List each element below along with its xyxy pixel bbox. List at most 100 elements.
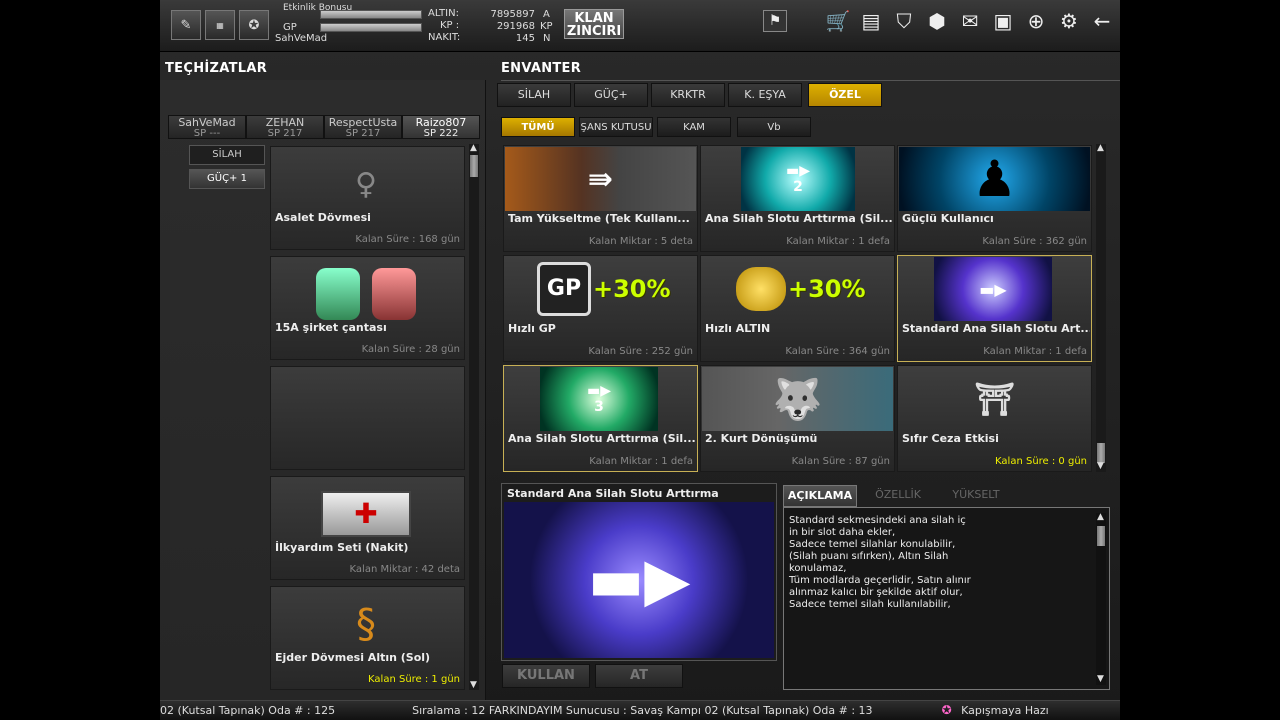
ribbon-icon[interactable]: ⚑ xyxy=(763,10,787,32)
equipment-scroll-thumb[interactable] xyxy=(470,155,478,177)
inventory-item-card[interactable]: 🐺 2. Kurt Dönüşümü Kalan Süre : 87 gün xyxy=(700,365,895,472)
tab-properties[interactable]: ÖZELLİK xyxy=(861,485,935,507)
item-name: İlkyardım Seti (Nakit) xyxy=(275,541,409,554)
player-sp: SP 217 xyxy=(345,128,381,139)
item-name: 15A şirket çantası xyxy=(275,321,387,334)
player-name: ZEHAN xyxy=(265,116,305,129)
standard-weapon-slot-icon: ▬▶ xyxy=(934,257,1052,321)
inventory-item-card[interactable]: ♟ Güçlü Kullanıcı Kalan Süre : 362 gün xyxy=(897,145,1092,252)
tab-character[interactable]: KRKTR xyxy=(651,83,725,107)
tab-description[interactable]: AÇIKLAMA xyxy=(783,485,857,507)
inventory-item-card[interactable]: GP +30% Hızlı GP Kalan Süre : 252 gün xyxy=(503,255,698,362)
gold-boost-icon: +30% xyxy=(702,257,893,321)
nakit-unit: N xyxy=(543,33,551,44)
gear-icon[interactable]: ⚙ xyxy=(1056,8,1082,34)
altin-label: ALTIN: xyxy=(428,8,459,19)
ticker-text: Sıralama : 12 FARKINDAYIM Sunucusu : Sav… xyxy=(412,704,873,717)
item-remaining: Kalan Süre : 168 gün xyxy=(355,234,460,245)
equipment-scrollbar[interactable] xyxy=(469,144,479,690)
category-power-button[interactable]: GÜÇ+ 1 xyxy=(189,169,265,189)
description-line: in bir slot daha ekler, xyxy=(789,527,896,538)
profile-card-icon[interactable]: ▣ xyxy=(990,8,1016,34)
tab-power[interactable]: GÜÇ+ xyxy=(574,83,648,107)
player-tab-sahvemad[interactable]: SahVeMad SP --- xyxy=(168,115,246,139)
tattoo-figure-icon: ♀ xyxy=(355,166,377,202)
tab-weapon[interactable]: SİLAH xyxy=(497,83,571,107)
inventory-item-card[interactable]: ▬▶ 3 Ana Silah Slotu Arttırma (Sil... Kal… xyxy=(503,365,698,472)
inventory-bag-icon[interactable]: ▤ xyxy=(858,8,884,34)
item-remaining: Kalan Miktar : 5 deta xyxy=(588,236,693,247)
equip-item-card[interactable]: § Ejder Dövmesi Altın (Sol) Kalan Süre :… xyxy=(270,586,465,690)
drop-button[interactable]: AT xyxy=(595,664,683,688)
player-name: RespectUsta xyxy=(328,116,398,129)
back-arrow-icon[interactable]: ← xyxy=(1089,8,1115,34)
item-name: Hızlı ALTIN xyxy=(705,322,771,335)
player-tab-raizo807[interactable]: Raizo807 SP 222 xyxy=(402,115,480,139)
tab-special[interactable]: ÖZEL xyxy=(808,83,882,107)
rifle-energy-icon: ▬▶ xyxy=(504,502,774,658)
item-remaining: Kalan Miktar : 1 defa xyxy=(589,456,693,467)
tab-items[interactable]: K. EŞYA xyxy=(728,83,802,107)
box-icon[interactable]: ⬢ xyxy=(924,8,950,34)
item-name: 2. Kurt Dönüşümü xyxy=(705,432,818,445)
scroll-down-icon[interactable]: ▼ xyxy=(470,680,477,690)
scroll-up-icon[interactable]: ▲ xyxy=(470,143,477,153)
equip-item-card[interactable]: ✚ İlkyardım Seti (Nakit) Kalan Miktar : … xyxy=(270,476,465,580)
ticker-text: 02 (Kutsal Tapınak) Oda # : 125 xyxy=(160,704,336,717)
backpack-icon xyxy=(311,263,421,325)
scroll-down-icon[interactable]: ▼ xyxy=(1097,674,1104,684)
scroll-up-icon[interactable]: ▲ xyxy=(1097,143,1104,153)
inventory-item-card[interactable]: ⛩ Sıfır Ceza Etkisi Kalan Süre : 0 gün xyxy=(897,365,1092,472)
weapon-slot-2-icon: ▬▶ 2 xyxy=(741,147,855,211)
mail-icon[interactable]: ✉ xyxy=(957,8,983,34)
subtab-other[interactable]: Vb xyxy=(737,117,811,137)
item-remaining: Kalan Süre : 87 gün xyxy=(791,456,890,467)
equip-item-card[interactable]: 15A şirket çantası Kalan Süre : 28 gün xyxy=(270,256,465,360)
first-aid-kit-icon: ✚ xyxy=(311,483,421,545)
item-name: Ejder Dövmesi Altın (Sol) xyxy=(275,651,431,664)
inventory-item-card[interactable]: +30% Hızlı ALTIN Kalan Süre : 364 gün xyxy=(700,255,895,362)
player-tab-respectusta[interactable]: RespectUsta SP 217 xyxy=(324,115,402,139)
notepad-icon[interactable]: ✎ xyxy=(171,10,201,40)
rank-badge-icon[interactable]: ▦ xyxy=(205,10,235,40)
shield-icon[interactable]: ⛉ xyxy=(891,8,917,34)
description-line: (Silah puanı sıfırken), Altın Silah xyxy=(789,551,949,562)
use-button[interactable]: KULLAN xyxy=(502,664,590,688)
empty-slot[interactable] xyxy=(270,366,465,470)
web-search-icon[interactable]: ⊕ xyxy=(1023,8,1049,34)
description-box: Standard sekmesindeki ana silah iç in bi… xyxy=(783,507,1110,690)
description-scroll-thumb[interactable] xyxy=(1097,526,1105,546)
tab-upgrade[interactable]: YÜKSELT xyxy=(939,485,1013,507)
inventory-item-card-selected[interactable]: ▬▶ Standard Ana Silah Slotu Art... Kalan… xyxy=(897,255,1092,362)
boost-percent: +30% xyxy=(788,275,866,303)
inventory-scroll-thumb[interactable] xyxy=(1097,443,1105,463)
item-remaining: Kalan Süre : 1 gün xyxy=(368,674,460,685)
player-sp: SP --- xyxy=(193,128,221,139)
shop-cart-icon[interactable]: 🛒 xyxy=(825,8,851,34)
nakit-label: NAKIT: xyxy=(428,32,461,43)
boost-percent: +30% xyxy=(593,275,671,303)
player-sp: SP 217 xyxy=(267,128,303,139)
ticker-text: Kapışmaya Hazı xyxy=(961,704,1049,717)
item-remaining: Kalan Miktar : 42 deta xyxy=(349,564,460,575)
subtab-camo[interactable]: KAM xyxy=(657,117,731,137)
username: SahVeMad xyxy=(275,33,328,44)
scroll-up-icon[interactable]: ▲ xyxy=(1097,512,1104,522)
category-weapon-button[interactable]: SİLAH xyxy=(189,145,265,165)
emblem-icon[interactable]: ✪ xyxy=(239,10,269,40)
item-name: Tam Yükseltme (Tek Kullanı... xyxy=(508,212,690,225)
item-remaining: Kalan Süre : 362 gün xyxy=(982,236,1087,247)
dragon-tattoo-icon: § xyxy=(356,601,376,647)
inventory-item-card[interactable]: ⇛ Tam Yükseltme (Tek Kullanı... Kalan Mi… xyxy=(503,145,698,252)
scroll-down-icon[interactable]: ▼ xyxy=(1097,461,1104,471)
subtab-luck-box[interactable]: ŞANS KUTUSU xyxy=(579,117,653,137)
player-tab-zehan[interactable]: ZEHAN SP 217 xyxy=(246,115,324,139)
equip-item-card[interactable]: ♀ Asalet Dövmesi Kalan Süre : 168 gün xyxy=(270,146,465,250)
star-icon: ✪ xyxy=(941,703,952,717)
inventory-scrollbar[interactable] xyxy=(1096,144,1106,472)
event-bonus-bar xyxy=(320,10,422,19)
clan-button[interactable]: KLAN ZINCIRI xyxy=(564,9,624,39)
subtab-all[interactable]: TÜMÜ xyxy=(501,117,575,137)
altin-value: 7895897 xyxy=(490,9,535,20)
inventory-item-card[interactable]: ▬▶ 2 Ana Silah Slotu Arttırma (Sil... Kal… xyxy=(700,145,895,252)
